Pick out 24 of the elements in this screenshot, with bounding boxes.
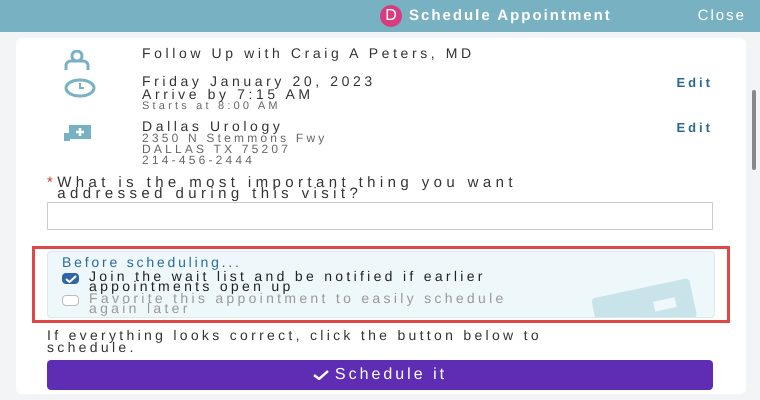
clock-icon bbox=[64, 78, 96, 98]
answer-box[interactable] bbox=[47, 202, 713, 230]
edit-link[interactable]: Edit bbox=[676, 121, 713, 134]
section-title: Before scheduling... bbox=[62, 256, 243, 269]
address-line: DALLAS TX 75207 bbox=[142, 144, 292, 155]
detail-text: Follow Up with Craig A Peters, MD bbox=[142, 47, 476, 60]
checkbox[interactable] bbox=[62, 273, 79, 284]
detail-text: Dallas Urology bbox=[142, 120, 284, 133]
address-line: 214-456-2444 bbox=[142, 155, 256, 166]
schedule-button[interactable]: Schedule it bbox=[47, 360, 713, 390]
window-title: Schedule Appointment bbox=[409, 6, 612, 26]
detail-text: Friday January 20, 2023 bbox=[142, 75, 377, 88]
check-icon bbox=[64, 274, 76, 282]
checkbox[interactable] bbox=[62, 295, 79, 306]
instruction-text: If everything looks correct, click the button below to schedule. bbox=[47, 329, 543, 353]
address-line: 2350 N Stemmons Fwy bbox=[142, 133, 329, 144]
avatar-initial: D bbox=[380, 5, 402, 27]
check-icon bbox=[312, 370, 329, 380]
required-mark: * bbox=[47, 177, 58, 188]
detail-text: Arrive by 7:15 AM bbox=[142, 88, 314, 101]
edit-link[interactable]: Edit bbox=[676, 76, 713, 89]
detail-note: Starts at 8:00 AM bbox=[142, 101, 282, 112]
scrollbar-thumb[interactable] bbox=[752, 90, 756, 170]
question-text: What is the most important thing you want addressed during this visit? bbox=[57, 177, 518, 199]
